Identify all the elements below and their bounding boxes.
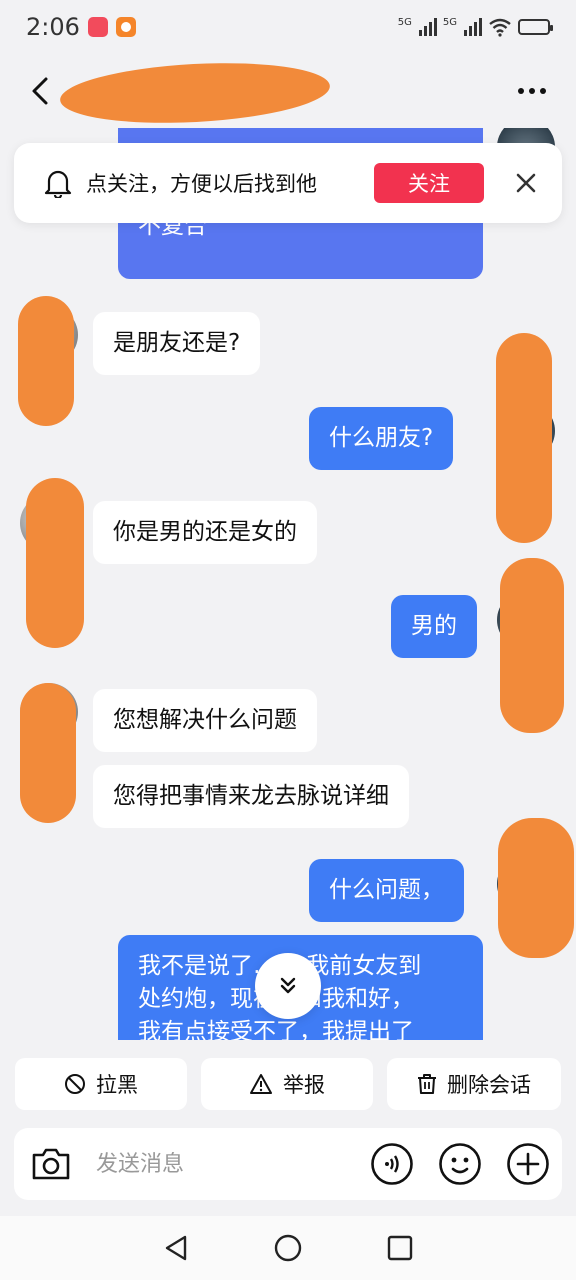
follow-button[interactable]: 关注: [374, 163, 484, 203]
message-input[interactable]: [96, 1151, 370, 1177]
message-list[interactable]: 不复合 是朋友还是? 什么朋友? 你是男的还是女的 男的 您想解决什么问题 您得…: [0, 128, 576, 1040]
notification-app-icon: [115, 17, 136, 37]
battery-icon: [518, 19, 553, 35]
nav-back-icon[interactable]: [163, 1234, 189, 1262]
status-time: 2:06: [26, 13, 80, 41]
double-chevron-down-icon: [280, 977, 296, 994]
emoji-icon: [439, 1143, 481, 1185]
message-bubble-out: 男的: [391, 595, 477, 658]
redaction-mark: [496, 333, 552, 543]
message-bubble-in: 您想解决什么问题: [93, 689, 317, 752]
redaction-mark: [500, 558, 564, 733]
back-button[interactable]: [22, 73, 58, 109]
redaction-mark: [20, 683, 76, 823]
more-button[interactable]: [510, 73, 554, 109]
message-bubble-in: 您得把事情来龙去脉说详细: [93, 765, 409, 828]
trash-icon: [418, 1074, 436, 1094]
wifi-icon: [489, 18, 511, 37]
close-icon: [516, 173, 536, 193]
chat-header: 族: [0, 54, 576, 130]
message-composer: [14, 1128, 562, 1200]
plus-icon: [507, 1143, 549, 1185]
close-button[interactable]: [512, 169, 540, 197]
nav-home-icon[interactable]: [274, 1234, 302, 1262]
redaction-mark: [58, 56, 332, 130]
follow-prompt: 点关注，方便以后找到他: [86, 172, 317, 196]
chat-actions: 拉黑 举报 删除会话: [0, 1040, 576, 1126]
message-bubble-out: 什么朋友?: [309, 407, 454, 470]
camera-button[interactable]: [30, 1142, 72, 1186]
chevron-left-icon: [32, 77, 48, 105]
redaction-mark: [498, 818, 574, 958]
signal-label: 5G: [397, 17, 412, 28]
more-dots-icon: [518, 88, 524, 94]
voice-icon: [371, 1143, 413, 1185]
signal-icon: [418, 18, 437, 36]
report-button[interactable]: 举报: [201, 1058, 373, 1110]
camera-icon: [32, 1148, 70, 1180]
warning-icon: [250, 1074, 272, 1094]
redaction-mark: [18, 296, 74, 426]
scroll-to-bottom-button[interactable]: [255, 953, 321, 1019]
voice-button[interactable]: [370, 1142, 414, 1186]
block-button[interactable]: 拉黑: [15, 1058, 187, 1110]
message-bubble-out: 什么问题，: [309, 859, 464, 922]
redaction-mark: [26, 478, 84, 648]
message-bubble-in: 你是男的还是女的: [93, 501, 317, 564]
signal-icon: [464, 18, 482, 36]
signal-label: 5G: [442, 17, 457, 28]
status-bar: 2:06 5G 5G: [0, 0, 576, 54]
delete-conversation-button[interactable]: 删除会话: [387, 1058, 561, 1110]
system-nav-bar: [0, 1216, 576, 1280]
bell-icon: [44, 170, 72, 198]
follow-banner: 点关注，方便以后找到他 关注: [14, 143, 562, 223]
emoji-button[interactable]: [438, 1142, 482, 1186]
notification-app-icon: [87, 17, 108, 37]
nav-recents-icon[interactable]: [387, 1235, 413, 1261]
message-bubble-in: 是朋友还是?: [93, 312, 261, 375]
ban-icon: [65, 1074, 85, 1094]
plus-button[interactable]: [506, 1142, 550, 1186]
